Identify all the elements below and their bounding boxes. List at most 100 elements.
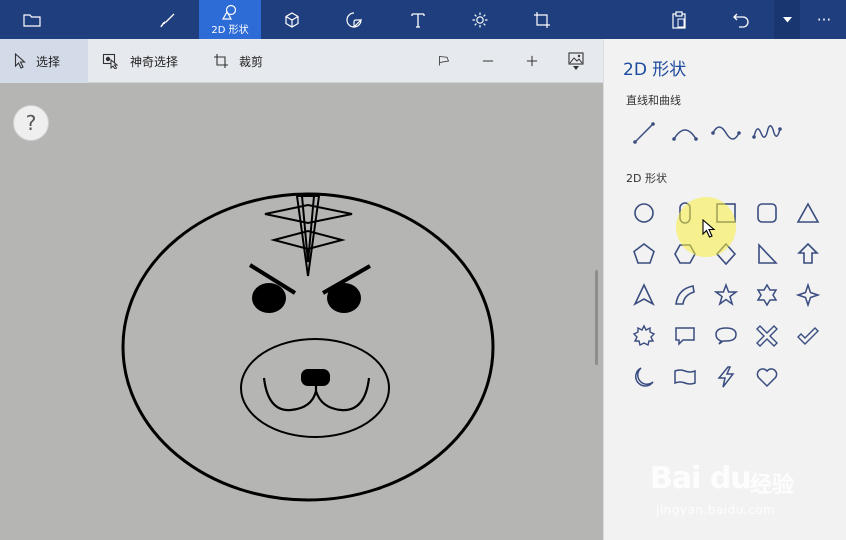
canvas-button[interactable] <box>524 0 560 39</box>
caret-down-icon <box>782 16 792 22</box>
text-icon <box>411 12 425 28</box>
perspective-button[interactable] <box>438 39 460 83</box>
drawing-canvas[interactable] <box>0 83 603 540</box>
more-icon: ··· <box>816 10 832 29</box>
text-button[interactable] <box>400 0 436 39</box>
image-menu-button[interactable] <box>568 39 592 83</box>
arrowhead-shape[interactable] <box>626 277 662 313</box>
effects-button[interactable] <box>462 0 498 39</box>
3d-shapes-button[interactable] <box>274 0 310 39</box>
mouse-pointer-icon <box>702 219 716 238</box>
crop-tool[interactable]: 裁剪 <box>213 39 263 83</box>
zoom-out-button[interactable] <box>482 39 504 83</box>
s-curve-icon <box>711 126 741 140</box>
right-triangle-shape[interactable] <box>749 236 785 272</box>
pentagon-shape[interactable] <box>626 236 662 272</box>
3d-cube-icon <box>285 11 299 28</box>
moon-shape[interactable] <box>626 359 662 395</box>
lines-section-title: 直线和曲线 <box>626 94 681 107</box>
star-6-icon <box>756 283 778 307</box>
arrow-up-shape[interactable] <box>790 236 826 272</box>
curve-icon <box>672 129 698 141</box>
shapes-section-title: 2D 形状 <box>626 172 667 185</box>
2d-shapes-tab[interactable]: 2D 形状 <box>199 0 261 39</box>
magic-select-label: 神奇选择 <box>130 54 179 69</box>
folder-icon <box>23 13 41 27</box>
help-button[interactable]: ? <box>13 105 49 141</box>
brushes-button[interactable] <box>150 0 186 39</box>
wave-curve-icon <box>752 125 782 139</box>
star5-shape[interactable] <box>708 277 744 313</box>
speech-bubble-rect-icon <box>675 327 695 346</box>
image-icon <box>568 52 584 65</box>
paste-icon <box>672 10 686 29</box>
left-eye <box>252 283 286 313</box>
face-outline <box>121 192 495 502</box>
line-tool[interactable] <box>626 115 662 151</box>
check-mark-icon <box>797 327 819 345</box>
check-shape[interactable] <box>790 318 826 354</box>
watermark: Bai du 经验 jingyan.baidu.com <box>650 453 840 528</box>
circle-shape[interactable] <box>626 195 662 231</box>
heart-shape[interactable] <box>749 359 785 395</box>
top-toolbar: 2D 形状 ··· <box>0 0 846 39</box>
magic-select-tool[interactable]: 神奇选择 <box>102 39 178 83</box>
secondary-toolbar: 选择 神奇选择 裁剪 <box>0 39 603 83</box>
curve-tool[interactable] <box>667 115 703 151</box>
more-button[interactable]: ··· <box>806 0 842 39</box>
burst-shape[interactable] <box>626 318 662 354</box>
menu-button[interactable] <box>14 0 50 39</box>
star-4-icon <box>796 283 820 307</box>
right-triangle-icon <box>758 242 778 264</box>
pentagon-icon <box>633 243 655 264</box>
2d-shapes-icon <box>221 4 237 20</box>
nose <box>301 369 330 386</box>
sticker-icon <box>346 11 362 28</box>
crop-canvas-icon <box>534 11 550 28</box>
triangle-shape[interactable] <box>790 195 826 231</box>
cursor-icon <box>14 53 26 69</box>
help-label: ? <box>25 111 37 135</box>
x-shape[interactable] <box>749 318 785 354</box>
history-dropdown-button[interactable] <box>774 0 800 39</box>
moon-icon <box>635 367 654 387</box>
banner-icon <box>674 369 696 385</box>
stickers-button[interactable] <box>336 0 372 39</box>
speech-bubble-oval-icon <box>715 327 737 345</box>
burst-icon <box>632 324 656 347</box>
crop-label: 裁剪 <box>239 54 264 69</box>
rounded-square-icon <box>757 203 777 223</box>
banner-shape[interactable] <box>667 359 703 395</box>
rounded-square-shape[interactable] <box>749 195 785 231</box>
triangle-icon <box>796 202 820 223</box>
lightning-shape[interactable] <box>708 359 744 395</box>
plus-icon <box>526 55 538 67</box>
canvas-scrollbar[interactable] <box>595 270 598 365</box>
select-label: 选择 <box>36 54 61 69</box>
x-mark-icon <box>756 325 778 347</box>
sun-icon <box>472 12 488 27</box>
forehead-mark <box>264 195 353 277</box>
flag-icon <box>439 56 450 66</box>
zoom-in-button[interactable] <box>526 39 548 83</box>
speech-rect-shape[interactable] <box>667 318 703 354</box>
watermark-logo: Bai du <box>650 461 752 496</box>
arrow-up-icon <box>797 242 819 264</box>
quarter-circle-icon <box>675 285 695 305</box>
quarter-circle-shape[interactable] <box>667 277 703 313</box>
speech-oval-shape[interactable] <box>708 318 744 354</box>
magic-select-icon <box>102 53 119 69</box>
right-eye <box>327 283 361 313</box>
crop-icon <box>214 54 228 68</box>
paste-button[interactable] <box>661 0 697 39</box>
curve-3pt-tool[interactable] <box>708 115 744 151</box>
star4-shape[interactable] <box>790 277 826 313</box>
undo-icon <box>733 13 749 28</box>
2d-shapes-tab-label: 2D 形状 <box>211 24 249 36</box>
watermark-cn: 经验 <box>750 473 795 498</box>
curve-4pt-tool[interactable] <box>749 115 785 151</box>
undo-button[interactable] <box>723 0 759 39</box>
star6-shape[interactable] <box>749 277 785 313</box>
heart-icon <box>756 368 778 388</box>
select-tool[interactable]: 选择 <box>0 39 88 83</box>
